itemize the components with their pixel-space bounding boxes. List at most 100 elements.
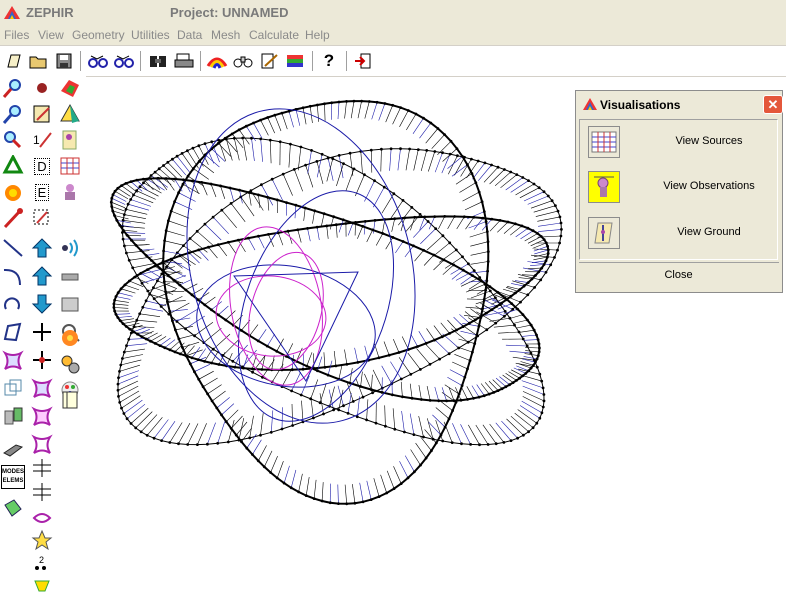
- view-ground-icon[interactable]: [588, 217, 620, 249]
- gears-icon[interactable]: [58, 352, 82, 376]
- mesh-edge: [525, 351, 539, 352]
- observer-icon[interactable]: [58, 128, 82, 152]
- warp-surface-2-icon[interactable]: [30, 404, 54, 428]
- grid-3-icon[interactable]: [30, 456, 54, 480]
- pointer-icon[interactable]: [1, 206, 25, 230]
- mesh-edge: [112, 198, 125, 204]
- menu-view[interactable]: View: [38, 28, 64, 42]
- arrow-up-1-icon[interactable]: [30, 236, 54, 260]
- edit-icon[interactable]: [258, 50, 280, 72]
- rainbow-icon[interactable]: [206, 50, 228, 72]
- link-icon[interactable]: [87, 50, 109, 72]
- pawn-icon[interactable]: [58, 180, 82, 204]
- zoom-out-icon[interactable]: [1, 102, 25, 126]
- mesh-edge: [268, 118, 275, 134]
- lightning-icon[interactable]: [30, 574, 54, 598]
- mesh-edge: [518, 410, 537, 424]
- puzzle-icon[interactable]: [58, 292, 82, 316]
- speaker-wave-icon[interactable]: [58, 236, 82, 260]
- menu-utilities[interactable]: Utilities: [131, 28, 170, 42]
- mesh-edge: [490, 318, 510, 321]
- node-1-icon[interactable]: 1: [30, 128, 54, 152]
- mesh-edge: [313, 211, 315, 224]
- source-grid-icon[interactable]: [58, 154, 82, 178]
- mesh-edge: [272, 364, 283, 382]
- mesh-edge: [164, 282, 183, 283]
- menu-mesh[interactable]: Mesh: [211, 28, 240, 42]
- mesh-edge: [520, 406, 540, 419]
- cylinder-icon[interactable]: [1, 404, 25, 428]
- modes-elems-icon[interactable]: MODES ELEMS: [0, 464, 26, 490]
- menu-data[interactable]: Data: [177, 28, 202, 42]
- grid-4-icon[interactable]: [30, 480, 54, 504]
- line-icon[interactable]: [1, 236, 25, 260]
- menu-files[interactable]: Files: [4, 28, 29, 42]
- cube-icon[interactable]: [1, 376, 25, 400]
- new-file-icon[interactable]: [3, 50, 25, 72]
- mesh-edge: [124, 349, 145, 352]
- polygon-icon[interactable]: [1, 320, 25, 344]
- mesh-edge: [118, 188, 131, 196]
- mesh-edge: [218, 422, 225, 444]
- mesh-edge: [427, 386, 430, 400]
- flower-icon[interactable]: [58, 326, 82, 350]
- unlink-icon[interactable]: [113, 50, 135, 72]
- mesh-edge: [470, 232, 488, 238]
- color-map-icon[interactable]: [58, 76, 82, 100]
- recycle-icon[interactable]: [1, 154, 25, 178]
- mesh-edit-icon[interactable]: [1, 496, 25, 520]
- notepad-icon[interactable]: [30, 102, 54, 126]
- mesh-edge: [114, 304, 128, 306]
- mesh-edge: [524, 192, 544, 201]
- eye-icon[interactable]: [30, 506, 54, 530]
- rotate-icon[interactable]: [1, 180, 25, 204]
- grid-2-icon[interactable]: [30, 348, 54, 372]
- star-icon[interactable]: [30, 528, 54, 552]
- mesh-edge: [454, 354, 470, 360]
- dialog-close-icon[interactable]: ✕: [763, 95, 783, 114]
- mesh-edge: [417, 348, 431, 364]
- define-e-icon[interactable]: E: [30, 180, 54, 204]
- binoculars-icon[interactable]: [232, 50, 254, 72]
- dialog-close-button[interactable]: Close: [579, 264, 778, 286]
- squared-icon[interactable]: 2: [30, 550, 54, 574]
- main-toolbar: ?: [0, 45, 786, 77]
- mesh-edge: [523, 391, 544, 401]
- mesh-edge: [197, 231, 214, 246]
- mesh-edge: [445, 385, 459, 394]
- extrude-icon[interactable]: [1, 436, 25, 460]
- book-icon[interactable]: [58, 388, 82, 412]
- warp-surface-3-icon[interactable]: [30, 432, 54, 456]
- view-observations-icon[interactable]: [588, 171, 620, 203]
- cut-icon[interactable]: [147, 50, 169, 72]
- mesh-edge: [372, 102, 377, 119]
- open-folder-icon[interactable]: [27, 50, 49, 72]
- pyramid-icon[interactable]: [58, 102, 82, 126]
- arc-icon[interactable]: [1, 264, 25, 288]
- zoom-in-icon[interactable]: [1, 76, 25, 100]
- mesh-edge: [177, 156, 190, 172]
- mesh-edge: [503, 375, 513, 383]
- warp-surface-icon[interactable]: [30, 376, 54, 400]
- red-dot-icon[interactable]: [30, 76, 54, 100]
- mesh-edge: [113, 195, 126, 202]
- define-r-icon[interactable]: [30, 206, 54, 230]
- circle-icon[interactable]: [1, 292, 25, 316]
- define-d-icon[interactable]: D: [30, 154, 54, 178]
- menu-help[interactable]: Help: [305, 28, 330, 42]
- stack-icon[interactable]: [284, 50, 306, 72]
- save-disk-icon[interactable]: [53, 50, 75, 72]
- surface-icon[interactable]: [1, 348, 25, 372]
- view-sources-icon[interactable]: [588, 126, 620, 158]
- arrow-down-icon[interactable]: [30, 292, 54, 316]
- menu-geometry[interactable]: Geometry: [72, 28, 125, 42]
- wrench-icon[interactable]: [58, 264, 82, 288]
- help-icon[interactable]: ?: [318, 50, 340, 72]
- menu-calculate[interactable]: Calculate: [249, 28, 299, 42]
- mesh-edge: [520, 330, 535, 332]
- zoom-window-icon[interactable]: [1, 128, 25, 152]
- exit-icon[interactable]: [352, 50, 374, 72]
- print-icon[interactable]: [173, 50, 195, 72]
- arrow-up-2-icon[interactable]: [30, 264, 54, 288]
- grid-1-icon[interactable]: [30, 320, 54, 344]
